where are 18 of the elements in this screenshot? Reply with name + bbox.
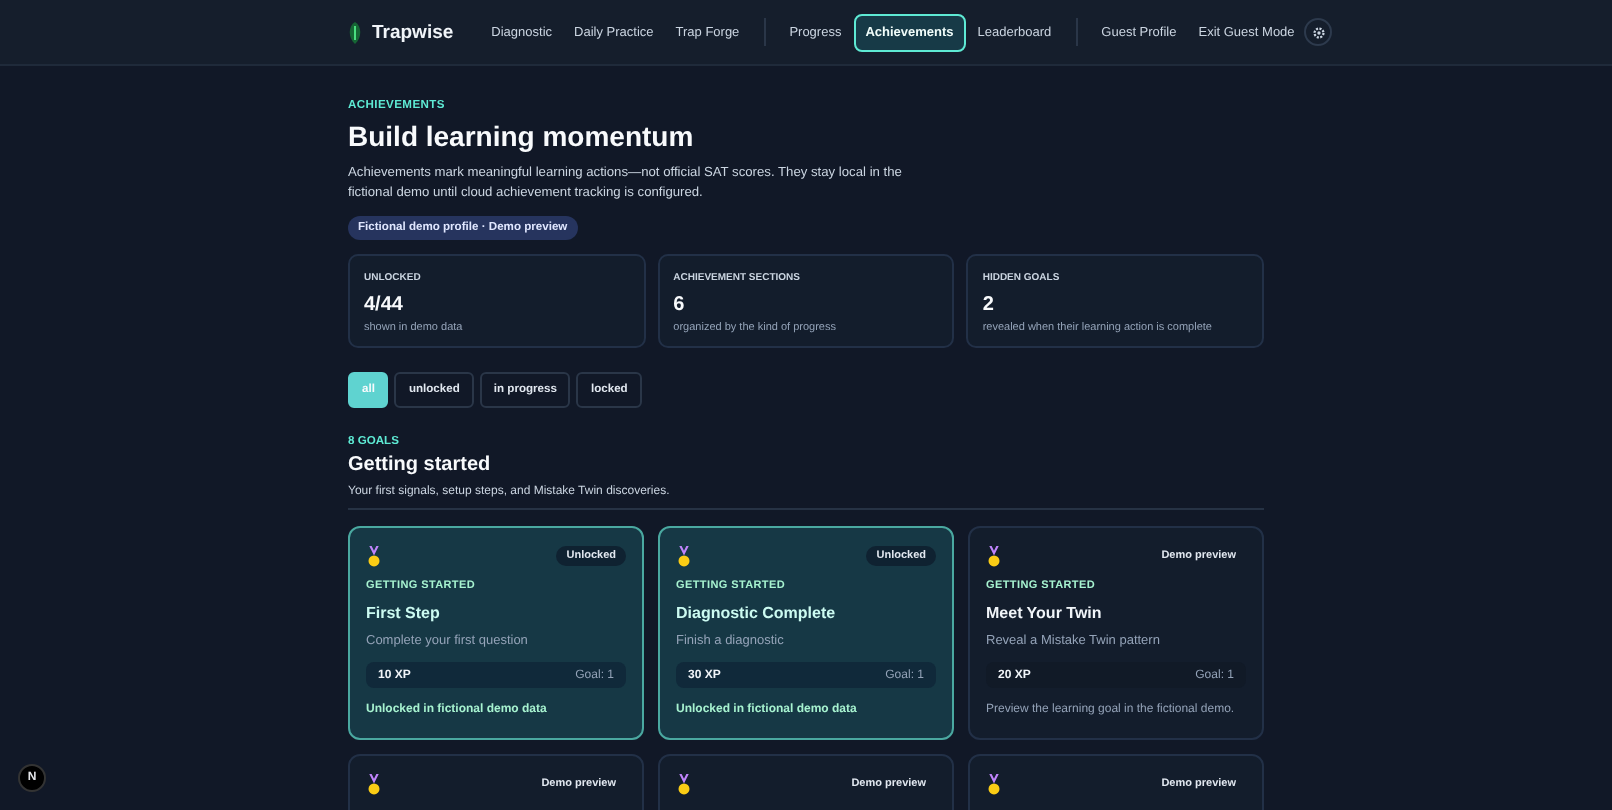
medal-icon	[676, 774, 692, 796]
medal-icon	[986, 774, 1002, 796]
page-title: Build learning momentum	[348, 120, 696, 152]
brand-name: Trapwise	[372, 21, 454, 43]
stat-value: 2	[982, 294, 996, 316]
card-title: Meet Your Twin	[986, 604, 1104, 622]
section-title: Getting started	[348, 454, 493, 476]
logo-icon	[346, 21, 364, 43]
medal-icon	[986, 546, 1002, 568]
medal-icon	[676, 546, 692, 568]
medal-icon	[366, 546, 382, 568]
card-title: First Step	[366, 604, 442, 622]
gear-icon	[1311, 25, 1326, 39]
card-title: Diagnostic Complete	[676, 604, 838, 622]
stat-value: 6	[673, 294, 687, 316]
stat-value: 4/44	[364, 294, 405, 316]
settings-button[interactable]	[1304, 18, 1333, 46]
medal-icon	[366, 774, 382, 796]
